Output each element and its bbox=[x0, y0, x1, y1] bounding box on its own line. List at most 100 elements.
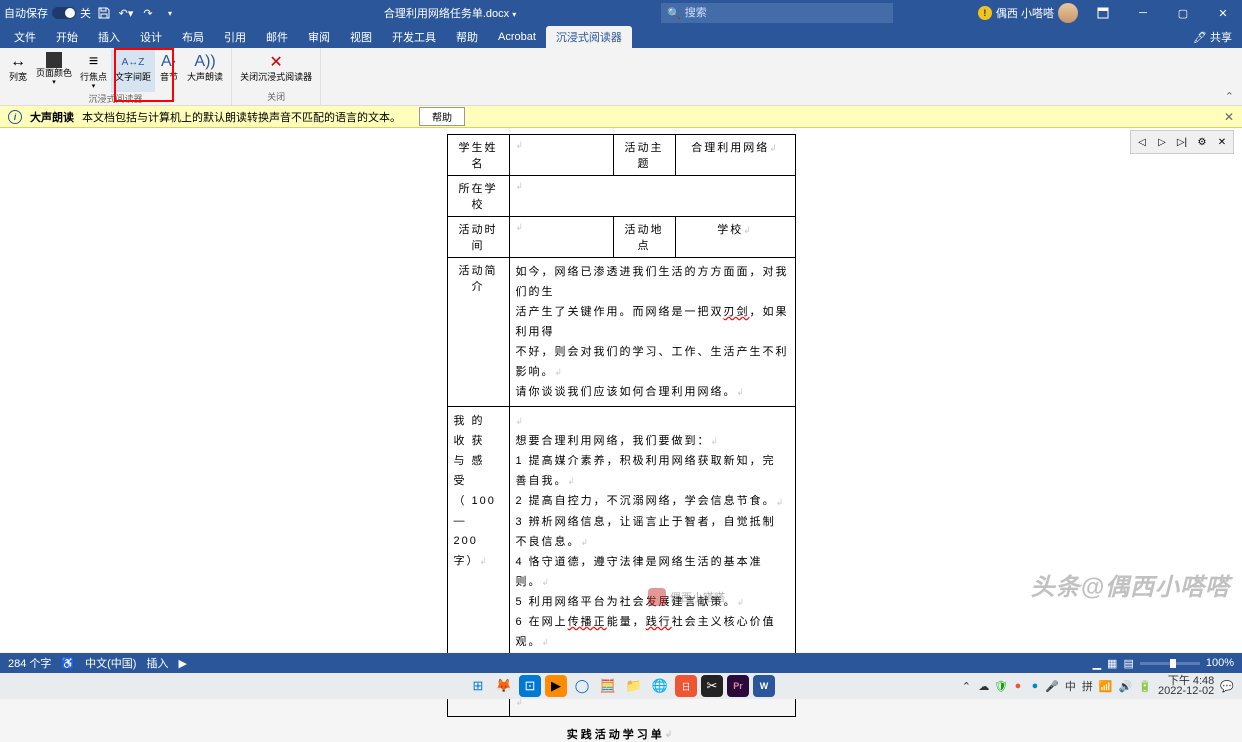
view-focus-icon[interactable]: ▁ bbox=[1093, 657, 1101, 670]
ribbon-display-icon[interactable] bbox=[1088, 0, 1118, 26]
tray-app1-icon[interactable]: ● bbox=[1011, 679, 1025, 693]
tab-developer[interactable]: 开发工具 bbox=[382, 26, 446, 48]
tab-references[interactable]: 引用 bbox=[214, 26, 256, 48]
app1-icon[interactable]: ⊡ bbox=[519, 675, 541, 697]
toggle-switch[interactable] bbox=[52, 7, 76, 19]
info-bar: i 大声朗读 本文档包括与计算机上的默认朗读转换声音不匹配的语言的文本。 帮助 … bbox=[0, 106, 1242, 128]
view-print-icon[interactable]: ▦ bbox=[1107, 657, 1117, 670]
maximize-icon[interactable]: ▢ bbox=[1168, 0, 1198, 26]
status-bar: 284 个字 ♿ 中文(中国) 插入 ▶ ▁ ▦ ▤ 100% bbox=[0, 653, 1242, 673]
volume-icon[interactable]: 🔊 bbox=[1119, 680, 1133, 693]
taskbar-apps: ⊞ 🦊 ⊡ ▶ ◯ 🧮 📁 🌐 日 ✂ Pr W bbox=[467, 675, 775, 697]
search-icon: 🔍 bbox=[667, 7, 681, 20]
info-bar-message: 本文档包括与计算机上的默认朗读转换声音不匹配的语言的文本。 bbox=[82, 109, 401, 125]
cell-school-label: 所在学校 bbox=[447, 176, 509, 217]
taskbar: ⊞ 🦊 ⊡ ▶ ◯ 🧮 📁 🌐 日 ✂ Pr W ⌃ ☁ 🛡 ● ● 🎤 中 拼… bbox=[0, 673, 1242, 699]
autosave-state: 关 bbox=[80, 5, 91, 21]
collapse-ribbon-icon[interactable]: ⌃ bbox=[1225, 90, 1234, 103]
ribbon-group-label-close: 关闭 bbox=[267, 90, 285, 103]
macro-icon[interactable]: ▶ bbox=[178, 657, 186, 670]
zoom-level[interactable]: 100% bbox=[1206, 657, 1234, 669]
tab-acrobat[interactable]: Acrobat bbox=[488, 28, 546, 46]
settings-icon[interactable]: ⚙ bbox=[1193, 133, 1211, 151]
minimize-icon[interactable]: ─ bbox=[1128, 0, 1158, 26]
undo-icon[interactable]: ↶▾ bbox=[117, 4, 135, 22]
search-input[interactable] bbox=[685, 7, 827, 19]
close-icon[interactable]: ✕ bbox=[1208, 0, 1238, 26]
status-word-count[interactable]: 284 个字 bbox=[8, 655, 51, 671]
ribbon: ↔列宽 页面颜色▾ ≡行焦点▾ A↔Z文字间距 A·音节 A))大声朗读 沉浸式… bbox=[0, 48, 1242, 106]
app-red-icon[interactable]: 日 bbox=[675, 675, 697, 697]
tray-mic-icon[interactable]: 🎤 bbox=[1045, 679, 1059, 693]
warning-icon: ! bbox=[978, 6, 992, 20]
search-box[interactable]: 🔍 bbox=[661, 3, 893, 23]
edge-icon[interactable]: 🌐 bbox=[649, 675, 671, 697]
close-immersive-button[interactable]: ✕关闭沉浸式阅读器 bbox=[236, 50, 316, 84]
app-black-icon[interactable]: ✂ bbox=[701, 675, 723, 697]
user-name: 偶西 小嗒嗒 bbox=[996, 5, 1054, 21]
document-page-title: 实践活动学习单↲ bbox=[0, 725, 1242, 742]
read-aloud-button[interactable]: A))大声朗读 bbox=[183, 50, 227, 92]
view-web-icon[interactable]: ▤ bbox=[1123, 657, 1133, 670]
start-icon[interactable]: ⊞ bbox=[467, 675, 489, 697]
cell-intro-label: 活动简介 bbox=[447, 258, 509, 407]
help-button[interactable]: 帮助 bbox=[419, 107, 465, 126]
tab-insert[interactable]: 插入 bbox=[88, 26, 130, 48]
autosave-toggle[interactable]: 自动保存 关 bbox=[4, 5, 91, 21]
ribbon-group-label: 沉浸式阅读器 bbox=[89, 92, 143, 105]
document-table: 学生姓名 ↲ 活动主题 合理利用网络↲ 所在学校 ↲ 活动时间 ↲ 活动地点 学… bbox=[447, 134, 796, 717]
line-focus-button[interactable]: ≡行焦点▾ bbox=[76, 50, 111, 92]
tab-help[interactable]: 帮助 bbox=[446, 26, 488, 48]
ime-language[interactable]: 中 bbox=[1065, 678, 1076, 694]
cell-topic-label: 活动主题 bbox=[613, 135, 675, 176]
play-icon[interactable]: ▷ bbox=[1153, 133, 1171, 151]
tab-file[interactable]: 文件 bbox=[4, 26, 46, 48]
clock[interactable]: 下午 4:48 2022-12-02 bbox=[1158, 676, 1214, 696]
status-insert-mode[interactable]: 插入 bbox=[146, 655, 168, 671]
ime-mode[interactable]: 拼 bbox=[1082, 678, 1093, 694]
autosave-label: 自动保存 bbox=[4, 5, 48, 21]
tab-view[interactable]: 视图 bbox=[340, 26, 382, 48]
save-icon[interactable] bbox=[95, 4, 113, 22]
explorer-icon[interactable]: 📁 bbox=[623, 675, 645, 697]
tray-onedrive-icon[interactable]: ☁ bbox=[977, 679, 991, 693]
tray-security-icon[interactable]: 🛡 bbox=[994, 679, 1008, 693]
media-icon[interactable]: ▶ bbox=[545, 675, 567, 697]
calculator-icon[interactable]: 🧮 bbox=[597, 675, 619, 697]
firefox-icon[interactable]: 🦊 bbox=[493, 675, 515, 697]
accessibility-icon[interactable]: ♿ bbox=[61, 657, 75, 670]
tab-design[interactable]: 设计 bbox=[130, 26, 172, 48]
notifications-icon[interactable]: 💬 bbox=[1220, 680, 1234, 693]
info-bar-title: 大声朗读 bbox=[30, 109, 74, 125]
tab-immersive-reader[interactable]: 沉浸式阅读器 bbox=[546, 26, 632, 48]
user-account[interactable]: ! 偶西 小嗒嗒 bbox=[978, 3, 1078, 23]
premiere-icon[interactable]: Pr bbox=[727, 675, 749, 697]
next-icon[interactable]: ▷| bbox=[1173, 133, 1191, 151]
tab-mailings[interactable]: 邮件 bbox=[256, 26, 298, 48]
word-icon[interactable]: W bbox=[753, 675, 775, 697]
watermark-small: 偶西小嗒嗒 bbox=[648, 588, 725, 606]
tray-app2-icon[interactable]: ● bbox=[1028, 679, 1042, 693]
tray-chevron-icon[interactable]: ⌃ bbox=[962, 680, 971, 693]
text-spacing-button[interactable]: A↔Z文字间距 bbox=[111, 50, 155, 92]
column-width-button[interactable]: ↔列宽 bbox=[4, 50, 32, 92]
qat-dropdown-icon[interactable]: ▾ bbox=[161, 4, 179, 22]
browser-icon[interactable]: ◯ bbox=[571, 675, 593, 697]
status-language[interactable]: 中文(中国) bbox=[85, 655, 136, 671]
document-title: 合理利用网络任务单.docx ▾ bbox=[264, 5, 516, 21]
wifi-icon[interactable]: 📶 bbox=[1099, 680, 1113, 693]
tab-review[interactable]: 审阅 bbox=[298, 26, 340, 48]
close-toolbar-icon[interactable]: ✕ bbox=[1213, 133, 1231, 151]
cell-time-label: 活动时间 bbox=[447, 217, 509, 258]
syllables-button[interactable]: A·音节 bbox=[155, 50, 183, 92]
battery-icon[interactable]: 🔋 bbox=[1138, 680, 1152, 693]
tab-layout[interactable]: 布局 bbox=[172, 26, 214, 48]
close-info-icon[interactable]: ✕ bbox=[1224, 110, 1234, 124]
previous-icon[interactable]: ◁ bbox=[1133, 133, 1151, 151]
page-color-button[interactable]: 页面颜色▾ bbox=[32, 50, 76, 92]
redo-icon[interactable]: ↷ bbox=[139, 4, 157, 22]
title-bar: 自动保存 关 ↶▾ ↷ ▾ 合理利用网络任务单.docx ▾ 🔍 ! 偶西 小嗒… bbox=[0, 0, 1242, 26]
share-button[interactable]: 🖊共享 bbox=[1183, 26, 1242, 48]
zoom-slider[interactable] bbox=[1140, 662, 1200, 665]
tab-home[interactable]: 开始 bbox=[46, 26, 88, 48]
